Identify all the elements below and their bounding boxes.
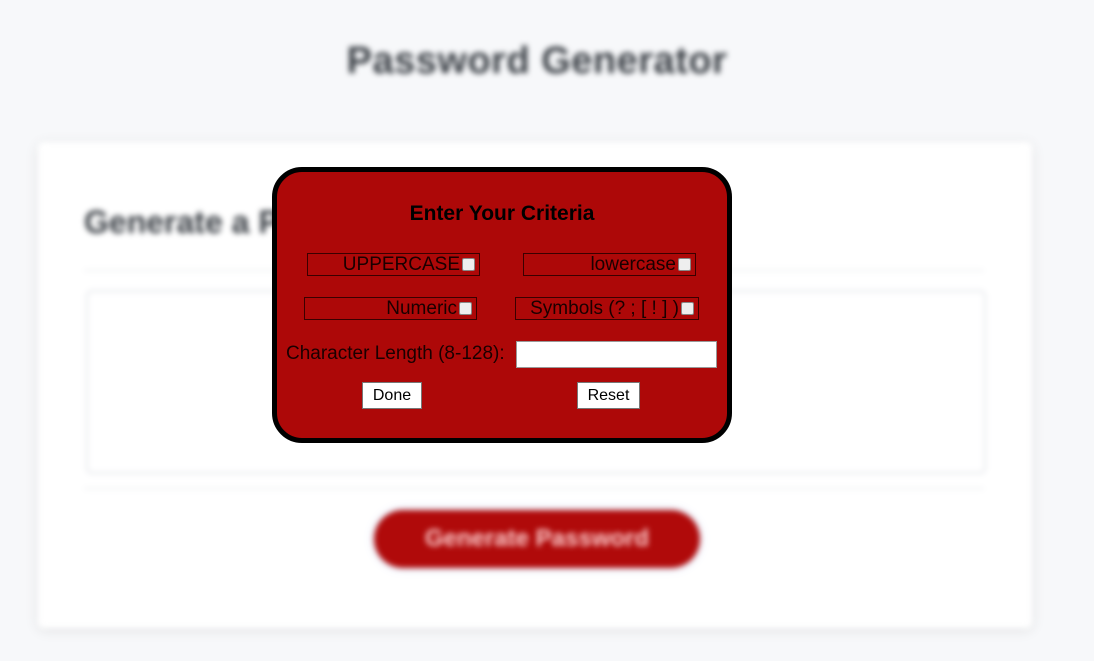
uppercase-option[interactable]: UPPERCASE <box>307 253 480 276</box>
page: Password Generator Generate a Password G… <box>0 0 1094 661</box>
done-button[interactable]: Done <box>362 382 422 409</box>
uppercase-checkbox[interactable] <box>462 258 475 271</box>
character-length-label: Character Length (8-128): <box>286 343 505 364</box>
symbols-checkbox[interactable] <box>681 302 694 315</box>
criteria-modal: Enter Your Criteria UPPERCASE lowercase … <box>272 167 732 443</box>
character-length-input[interactable] <box>516 341 717 368</box>
numeric-label: Numeric <box>386 297 457 319</box>
lowercase-checkbox[interactable] <box>678 258 691 271</box>
numeric-checkbox[interactable] <box>459 302 472 315</box>
reset-button[interactable]: Reset <box>577 382 640 409</box>
card-divider-bottom <box>84 488 984 489</box>
page-title: Password Generator <box>346 40 728 82</box>
symbols-option[interactable]: Symbols (? ; [ ! ] ) <box>515 297 699 320</box>
generate-password-button[interactable]: Generate Password <box>374 510 700 568</box>
uppercase-label: UPPERCASE <box>342 253 460 275</box>
modal-title: Enter Your Criteria <box>409 202 595 225</box>
lowercase-label: lowercase <box>590 253 676 275</box>
lowercase-option[interactable]: lowercase <box>523 253 696 276</box>
numeric-option[interactable]: Numeric <box>304 297 477 320</box>
symbols-label: Symbols (? ; [ ! ] ) <box>530 297 679 319</box>
